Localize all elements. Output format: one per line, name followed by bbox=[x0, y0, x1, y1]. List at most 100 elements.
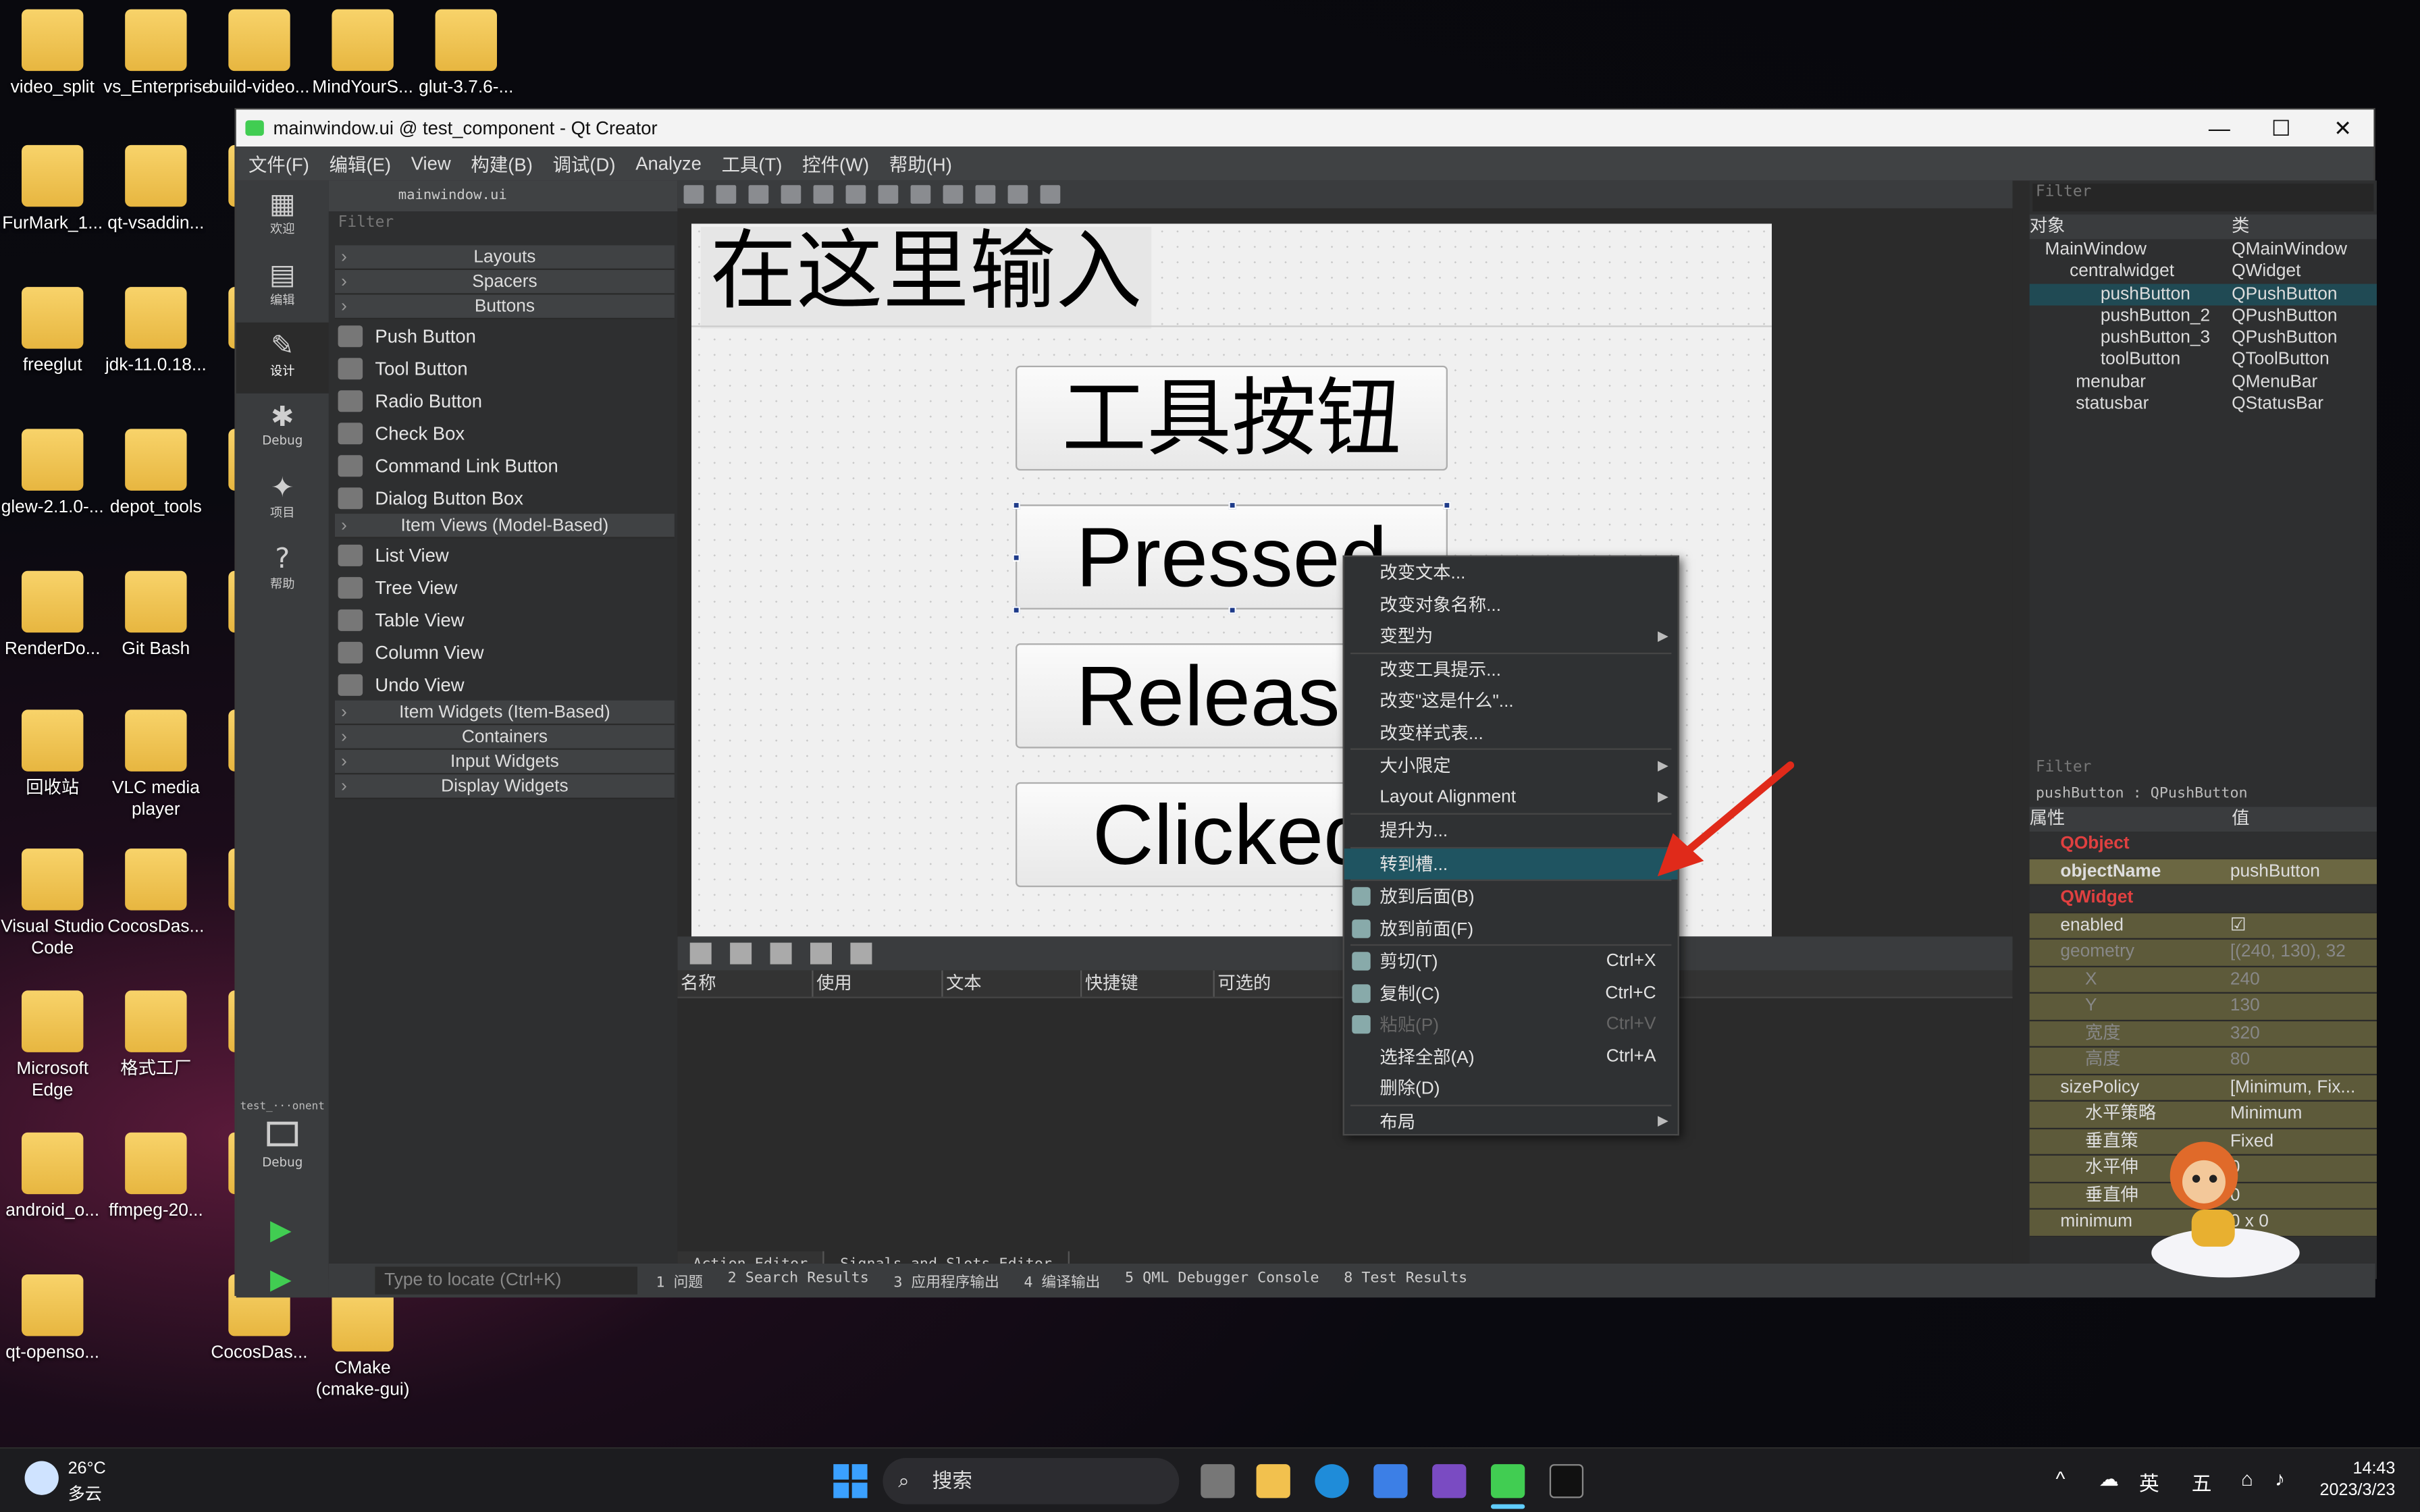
category-header[interactable]: Input Widgets bbox=[334, 749, 675, 775]
menu-item[interactable]: 工具(T) bbox=[722, 151, 783, 177]
context-menu-item[interactable]: 布局 ▶ bbox=[1344, 1106, 1678, 1137]
visual-studio-icon[interactable] bbox=[1432, 1464, 1467, 1498]
selection-handle[interactable] bbox=[1443, 501, 1451, 510]
selection-handle[interactable] bbox=[1228, 501, 1236, 510]
object-row[interactable]: pushButton_3 QPushButton bbox=[2030, 327, 2377, 350]
mode-0[interactable]: ▦ 欢迎 bbox=[236, 180, 329, 251]
group-qwidget[interactable]: QWidget bbox=[2029, 886, 2377, 913]
group-qobject[interactable]: QObject bbox=[2029, 832, 2377, 859]
layout-v-splitter-icon[interactable] bbox=[910, 185, 931, 204]
new-action-icon[interactable] bbox=[689, 942, 712, 965]
property-filter-input[interactable]: Filter bbox=[2030, 755, 2377, 782]
widget-item[interactable]: Push Button bbox=[329, 319, 678, 352]
output-tab[interactable]: 3 应用程序输出 bbox=[893, 1270, 999, 1291]
desktop-icon[interactable]: android_o... bbox=[0, 1132, 105, 1222]
object-filter-input[interactable]: Filter bbox=[2032, 183, 2374, 212]
layout-h-splitter-icon[interactable] bbox=[878, 185, 899, 204]
desktop-icon[interactable]: 回收站 bbox=[0, 709, 105, 799]
widget-item[interactable]: List View bbox=[329, 539, 678, 571]
desktop-icon[interactable]: video_split bbox=[0, 9, 105, 99]
category-header[interactable]: Buttons bbox=[334, 294, 675, 320]
desktop-icon[interactable]: VLC media player bbox=[103, 709, 208, 821]
desktop-icon[interactable]: build-video... bbox=[207, 9, 311, 99]
widget-item[interactable]: Tool Button bbox=[329, 352, 678, 384]
mode-2[interactable]: ✎ 设计 bbox=[236, 322, 329, 394]
desktop-icon[interactable]: Git Bash bbox=[103, 570, 208, 661]
menu-item[interactable]: 文件(F) bbox=[248, 151, 309, 177]
close-button[interactable]: ✕ bbox=[2312, 115, 2373, 141]
desktop-icon[interactable]: qt-vsaddin... bbox=[103, 144, 208, 235]
configure-icon[interactable] bbox=[850, 942, 872, 965]
delete-action-icon[interactable] bbox=[810, 942, 832, 965]
context-menu-item[interactable]: 变型为 ▶ bbox=[1344, 620, 1678, 652]
network-icon[interactable]: ⌂ bbox=[2241, 1467, 2253, 1490]
output-tab[interactable]: 2 Search Results bbox=[728, 1270, 869, 1291]
prop-y[interactable]: Y 130 bbox=[2029, 993, 2377, 1021]
context-menu-item[interactable]: 粘贴(P) Ctrl+V bbox=[1344, 1009, 1678, 1041]
context-menu-item[interactable]: 改变工具提示... bbox=[1344, 653, 1678, 685]
column-header[interactable]: 使用 bbox=[814, 970, 943, 997]
weather-temp[interactable]: 26°C bbox=[68, 1459, 106, 1478]
category-header[interactable]: Display Widgets bbox=[334, 774, 675, 799]
break-layout-icon[interactable] bbox=[1007, 185, 1028, 204]
edit-tab-order-icon[interactable] bbox=[781, 185, 801, 204]
object-row[interactable]: menubar QMenuBar bbox=[2030, 371, 2377, 394]
context-menu-item[interactable]: 复制(C) Ctrl+C bbox=[1344, 977, 1678, 1009]
clock-time[interactable]: 14:43 bbox=[2312, 1459, 2395, 1478]
output-tab[interactable]: 8 Test Results bbox=[1344, 1270, 1467, 1291]
task-view-icon[interactable] bbox=[1201, 1464, 1235, 1498]
context-menu-item[interactable]: Layout Alignment ▶ bbox=[1344, 782, 1678, 813]
taskbar-search[interactable]: ⌕ 搜索 bbox=[883, 1457, 1180, 1505]
maximize-button[interactable]: ☐ bbox=[2251, 115, 2312, 141]
desktop-icon[interactable]: Visual Studio Code bbox=[0, 848, 105, 960]
context-menu-item[interactable]: 改变样式表... bbox=[1344, 717, 1678, 749]
prop-objectname[interactable]: objectName pushButton bbox=[2029, 858, 2377, 886]
widget-item[interactable]: Command Link Button bbox=[329, 449, 678, 481]
edit-signals-icon[interactable] bbox=[716, 185, 737, 204]
output-tab[interactable]: 1 问题 bbox=[656, 1270, 703, 1291]
ime-lang[interactable]: 英 bbox=[2139, 1467, 2159, 1496]
menu-item[interactable]: 控件(W) bbox=[802, 151, 869, 177]
mode-4[interactable]: ✦ 项目 bbox=[236, 464, 329, 535]
volume-icon[interactable]: ♪ bbox=[2275, 1467, 2285, 1490]
desktop-icon[interactable]: qt-openso... bbox=[0, 1274, 105, 1364]
widget-item[interactable]: Dialog Button Box bbox=[329, 481, 678, 514]
menu-item[interactable]: Analyze bbox=[635, 153, 702, 174]
object-row[interactable]: pushButton_2 QPushButton bbox=[2030, 305, 2377, 327]
form-title-label[interactable]: 在这里输入 bbox=[700, 226, 1152, 329]
edge-icon[interactable] bbox=[1315, 1464, 1349, 1498]
context-menu-item[interactable]: 改变文本... bbox=[1344, 557, 1678, 589]
selection-handle[interactable] bbox=[1228, 606, 1236, 614]
column-header[interactable]: 快捷键 bbox=[1082, 970, 1215, 997]
clock-date[interactable]: 2023/3/23 bbox=[2303, 1481, 2396, 1499]
category-item-views[interactable]: Item Views (Model-Based) bbox=[334, 514, 675, 539]
desktop-icon[interactable]: jdk-11.0.18... bbox=[103, 287, 208, 377]
desktop-icon[interactable]: RenderDo... bbox=[0, 570, 105, 661]
widget-item[interactable]: Check Box bbox=[329, 416, 678, 449]
tool-button[interactable]: 工具按钮 bbox=[1015, 365, 1448, 471]
context-menu-item[interactable]: 删除(D) bbox=[1344, 1073, 1678, 1104]
paste-action-icon[interactable] bbox=[770, 942, 792, 965]
layout-vertical-icon[interactable] bbox=[845, 185, 866, 204]
category-header[interactable]: Layouts bbox=[334, 245, 675, 270]
prop-height[interactable]: 高度 80 bbox=[2029, 1047, 2377, 1075]
column-header[interactable]: 名称 bbox=[677, 970, 814, 997]
object-row[interactable]: centralwidget QWidget bbox=[2030, 261, 2377, 284]
tray-chevron-icon[interactable]: ^ bbox=[2056, 1467, 2066, 1490]
object-row[interactable]: statusbar QStatusBar bbox=[2030, 394, 2377, 416]
context-menu-item[interactable]: 转到槽... bbox=[1344, 847, 1678, 880]
layout-horizontal-icon[interactable] bbox=[813, 185, 834, 204]
widget-item[interactable]: Column View bbox=[329, 636, 678, 668]
adjust-size-icon[interactable] bbox=[1040, 185, 1061, 204]
start-button[interactable] bbox=[833, 1464, 868, 1498]
column-header[interactable]: 可选的 bbox=[1215, 970, 1354, 997]
copy-action-icon[interactable] bbox=[730, 942, 752, 965]
context-menu-item[interactable]: 改变"这是什么"... bbox=[1344, 685, 1678, 717]
selection-handle[interactable] bbox=[1012, 554, 1020, 562]
desktop-icon[interactable]: ffmpeg-20... bbox=[103, 1132, 208, 1222]
menu-item[interactable]: 帮助(H) bbox=[889, 151, 952, 177]
output-tab[interactable]: 4 编译输出 bbox=[1024, 1270, 1100, 1291]
object-row[interactable]: toolButton QToolButton bbox=[2030, 350, 2377, 372]
object-row[interactable]: pushButton QPushButton bbox=[2029, 283, 2377, 306]
category-header[interactable]: Item Widgets (Item-Based) bbox=[334, 700, 675, 726]
